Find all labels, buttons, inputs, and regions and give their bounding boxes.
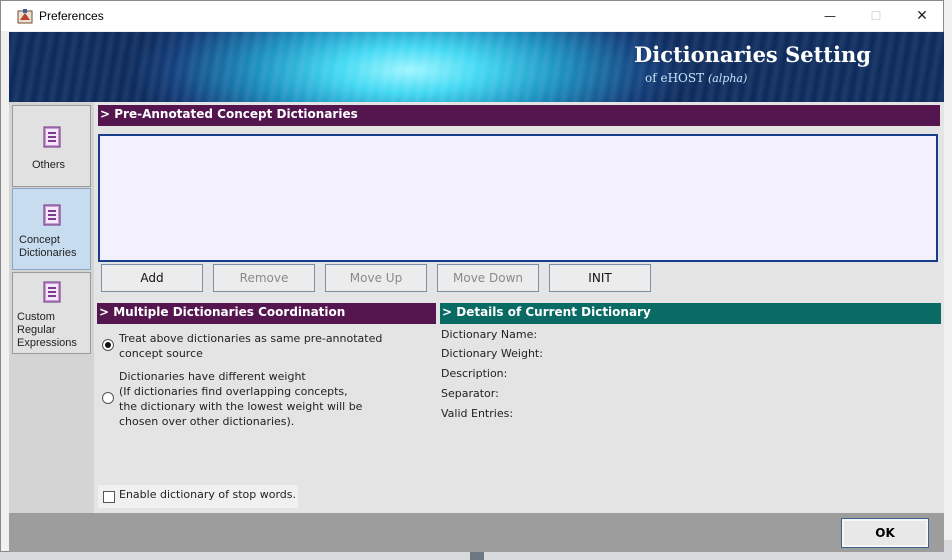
java-app-icon [17,9,33,24]
detail-description: Description: [441,367,508,380]
section-header-details: > Details of Current Dictionary [440,303,941,324]
radio-label-line: (If dictionaries find overlapping concep… [119,385,348,398]
move-down-button[interactable]: Move Down [437,264,539,292]
book-icon [43,126,61,148]
sidebar-item-others[interactable]: Others [12,105,91,187]
section-header-dictionaries: > Pre-Annotated Concept Dictionaries [98,105,940,126]
sidebar: Others Concept Dictionaries Custom Regul… [9,102,94,513]
desktop-background-right [944,0,952,560]
detail-dictionary-weight: Dictionary Weight: [441,347,543,360]
banner-subtitle-app: of eHOST [645,71,705,85]
window-title: Preferences [39,9,104,23]
title-bar: Preferences — ☐ ✕ [1,1,943,31]
radio-same-source-label: Treat above dictionaries as same pre-ann… [119,331,382,361]
sidebar-item-concept-dictionaries[interactable]: Concept Dictionaries [12,188,91,270]
radio-label-line: chosen over other dictionaries). [119,415,295,428]
minimize-icon: — [824,9,836,23]
dictionary-list[interactable] [98,134,938,262]
add-button[interactable]: Add [101,264,203,292]
init-button[interactable]: INIT [549,264,651,292]
preferences-window: Preferences — ☐ ✕ Dictionaries Setting o… [0,0,944,552]
maximize-icon: ☐ [870,9,882,23]
detail-separator: Separator: [441,387,499,400]
remove-button[interactable]: Remove [213,264,315,292]
detail-dictionary-name: Dictionary Name: [441,328,538,341]
banner-title: Dictionaries Setting [634,42,871,67]
sidebar-item-label: Custom Regular Expressions [17,311,77,349]
radio-different-weight[interactable] [102,392,114,404]
maximize-button[interactable]: ☐ [853,1,899,31]
move-up-button[interactable]: Move Up [325,264,427,292]
close-icon: ✕ [916,8,928,24]
stop-words-checkbox[interactable] [103,491,115,503]
detail-valid-entries: Valid Entries: [441,407,514,420]
radio-different-weight-label: Dictionaries have different weight (If d… [119,369,362,429]
header-banner: Dictionaries Setting of eHOST (alpha) [9,32,944,102]
radio-label-line: the dictionary with the lowest weight wi… [119,400,363,413]
sidebar-item-custom-regular-expressions[interactable]: Custom Regular Expressions [12,272,91,354]
book-icon [43,281,61,303]
book-icon [43,204,61,226]
close-button[interactable]: ✕ [899,1,945,31]
footer-bar [9,513,944,552]
stop-words-label: Enable dictionary of stop words. [119,488,297,501]
radio-label-line: Dictionaries have different weight [119,370,306,383]
ok-button[interactable]: OK [841,518,929,548]
banner-subtitle-tag: (alpha) [707,72,748,85]
sidebar-item-label: Others [32,159,66,171]
section-header-coordination: > Multiple Dictionaries Coordination [97,303,436,324]
banner-subtitle: of eHOST (alpha) [645,71,747,85]
radio-label-line: concept source [119,347,203,360]
radio-label-line: Treat above dictionaries as same pre-ann… [119,332,383,345]
sidebar-item-label: Concept Dictionaries [19,234,77,259]
minimize-button[interactable]: — [807,1,853,31]
radio-same-source[interactable] [102,339,114,351]
